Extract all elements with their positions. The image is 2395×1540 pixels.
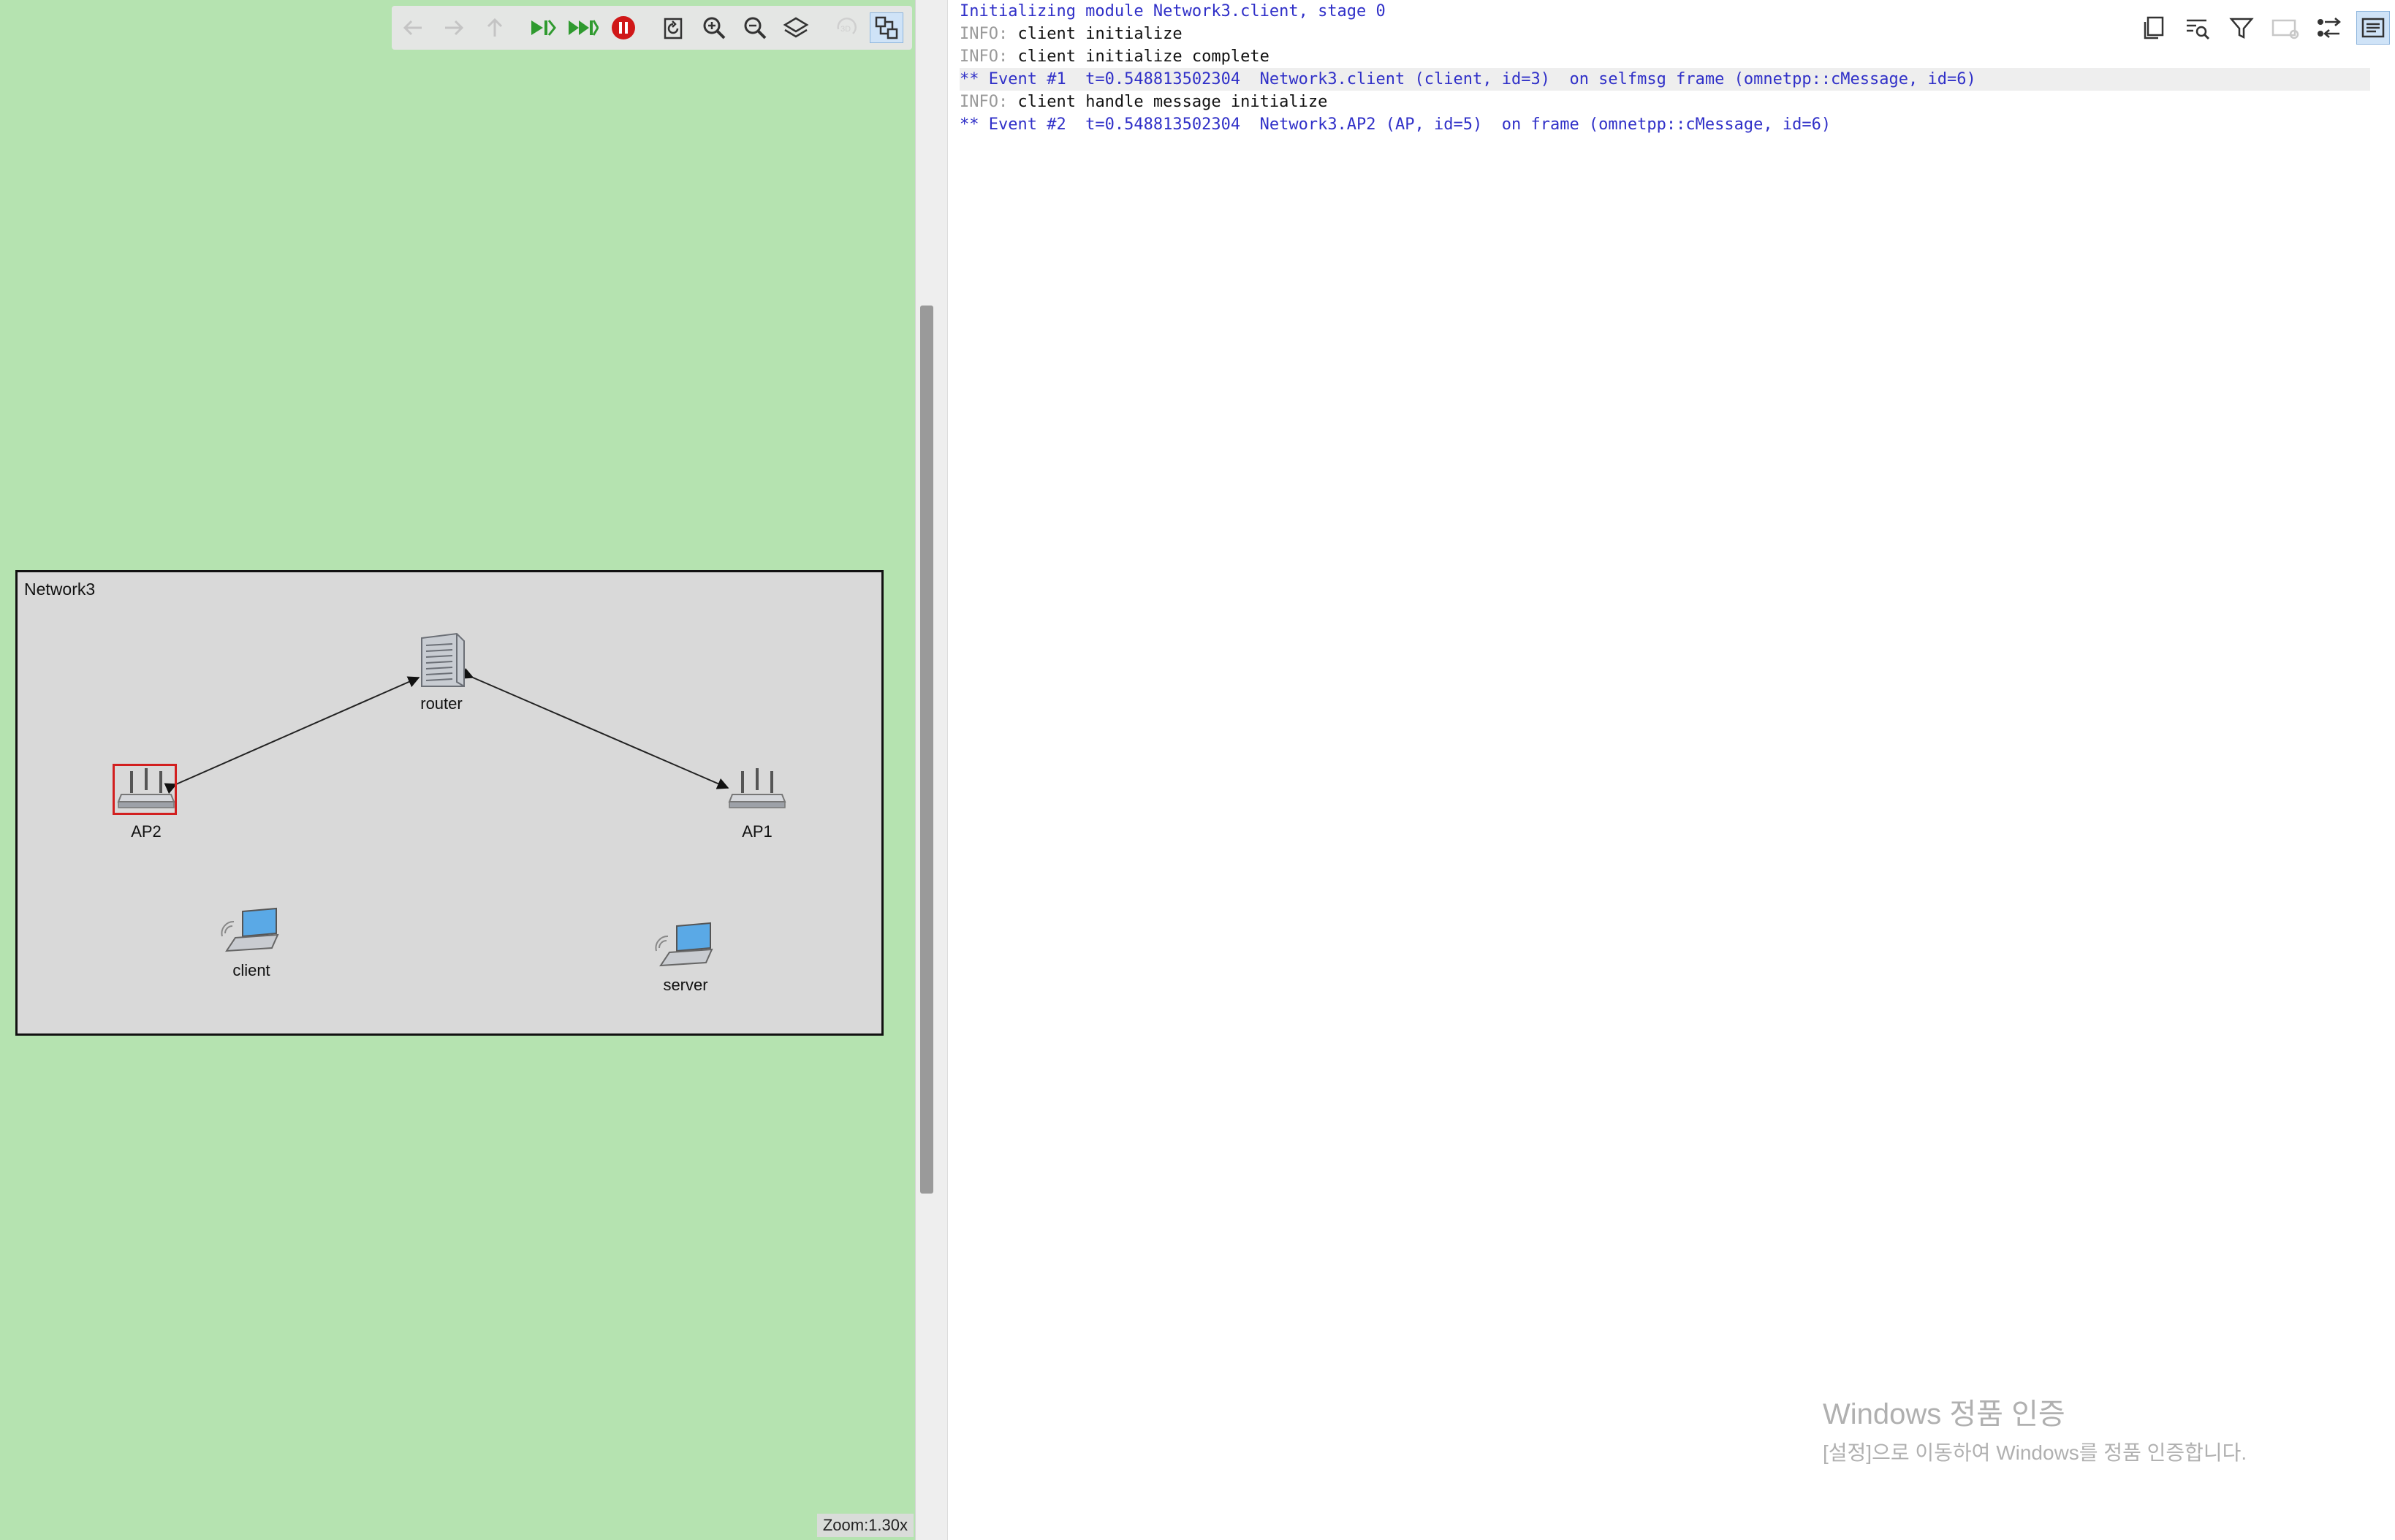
laptop-icon: [655, 922, 713, 967]
canvas-toolbar: 3D: [392, 6, 912, 50]
link-router-ap1: [460, 667, 729, 789]
network-module[interactable]: Network3 router AP2 AP1 client server: [15, 570, 884, 1036]
watermark-subtitle: [설정]으로 이동하여 Windows를 정품 인증합니다.: [1823, 1441, 2247, 1464]
scrollbar-thumb[interactable]: [920, 306, 933, 1194]
settings-icon[interactable]: [2269, 11, 2302, 45]
filter-icon[interactable]: [2225, 11, 2258, 45]
server-label: server: [663, 976, 708, 994]
access-point-icon: [728, 768, 786, 808]
log-toolbar: [2137, 6, 2390, 50]
laptop-icon: [221, 907, 279, 952]
svg-text:3D: 3D: [840, 25, 851, 34]
log-panel[interactable]: Initializing module Network3.client, sta…: [947, 0, 2395, 1540]
3d-icon[interactable]: 3D: [829, 12, 862, 43]
info-tag: INFO:: [960, 93, 1009, 111]
fast-run-icon[interactable]: [566, 12, 599, 43]
find-icon[interactable]: [2181, 11, 2214, 45]
up-icon[interactable]: [478, 12, 512, 43]
info-tag: INFO:: [960, 25, 1009, 43]
access-point-icon: [117, 768, 175, 808]
zoom-out-icon[interactable]: [738, 12, 772, 43]
log-view-icon[interactable]: [2356, 11, 2390, 45]
log-line-text: client initialize complete: [1008, 48, 1269, 66]
canvas-mode-icon[interactable]: [870, 12, 903, 43]
step-icon[interactable]: [525, 12, 558, 43]
windows-activation-watermark: Windows 정품 인증 [설정]으로 이동하여 Windows를 정품 인증…: [1823, 1390, 2247, 1466]
log-event-line[interactable]: ** Event #1 t=0.548813502304 Network3.cl…: [960, 68, 2370, 91]
message-view-icon[interactable]: [2312, 11, 2346, 45]
router-label: router: [420, 694, 463, 713]
server-rack-icon: [421, 632, 465, 687]
stop-icon[interactable]: [607, 12, 640, 43]
back-icon[interactable]: [396, 12, 430, 43]
ap1-label: AP1: [742, 822, 773, 841]
log-event-line[interactable]: ** Event #2 t=0.548813502304 Network3.AP…: [960, 113, 2370, 136]
zoom-indicator: Zoom:1.30x: [816, 1514, 914, 1537]
refresh-layout-icon[interactable]: [656, 12, 690, 43]
copy-icon[interactable]: [2137, 11, 2171, 45]
vertical-scrollbar[interactable]: [915, 0, 948, 1540]
log-line-text: client initialize: [1008, 25, 1183, 43]
client-label: client: [232, 961, 270, 979]
network-canvas[interactable]: 3D Network3 router AP2 AP1 client server…: [0, 0, 915, 1540]
info-tag: INFO:: [960, 48, 1009, 66]
log-line: INFO: client handle message initialize: [960, 91, 2370, 113]
ap2-label: AP2: [131, 822, 162, 841]
zoom-in-icon[interactable]: [697, 12, 731, 43]
layers-icon[interactable]: [779, 12, 813, 43]
watermark-title: Windows 정품 인증: [1823, 1398, 2065, 1430]
forward-icon[interactable]: [437, 12, 471, 43]
log-line-text: client handle message initialize: [1008, 93, 1328, 111]
link-router-ap2: [164, 676, 420, 794]
